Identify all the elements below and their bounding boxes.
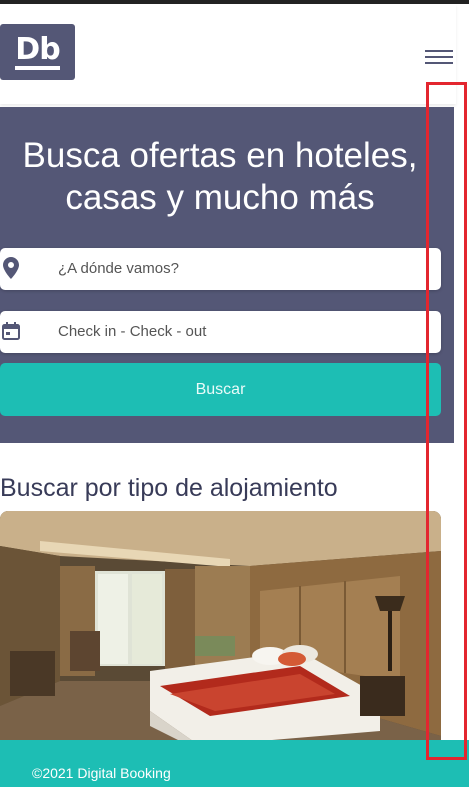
logo-text: Db xyxy=(15,34,61,70)
destination-placeholder: ¿A dónde vamos? xyxy=(58,260,179,277)
dates-input[interactable]: Check in - Check - out xyxy=(0,311,441,353)
category-section-title: Buscar por tipo de alojamiento xyxy=(0,474,338,502)
header: Db xyxy=(0,4,456,104)
hotel-bedroom-image[interactable] xyxy=(0,511,441,751)
footer-copyright: ©2021 Digital Booking xyxy=(32,765,171,781)
hamburger-menu-icon[interactable] xyxy=(425,50,453,66)
location-pin-icon xyxy=(3,257,19,279)
logo[interactable]: Db xyxy=(0,24,75,80)
page: Db Busca ofertas en hoteles, casas y muc… xyxy=(0,0,469,787)
footer: ©2021 Digital Booking xyxy=(0,740,469,787)
hero-title: Busca ofertas en hoteles, casas y mucho … xyxy=(22,136,418,217)
hotel-bedroom-illustration xyxy=(0,511,441,751)
dates-placeholder: Check in - Check - out xyxy=(58,323,207,340)
search-hero: Busca ofertas en hoteles, casas y mucho … xyxy=(0,107,454,443)
destination-input[interactable]: ¿A dónde vamos? xyxy=(0,248,441,290)
calendar-icon xyxy=(2,322,20,340)
search-button[interactable]: Buscar xyxy=(0,363,441,416)
